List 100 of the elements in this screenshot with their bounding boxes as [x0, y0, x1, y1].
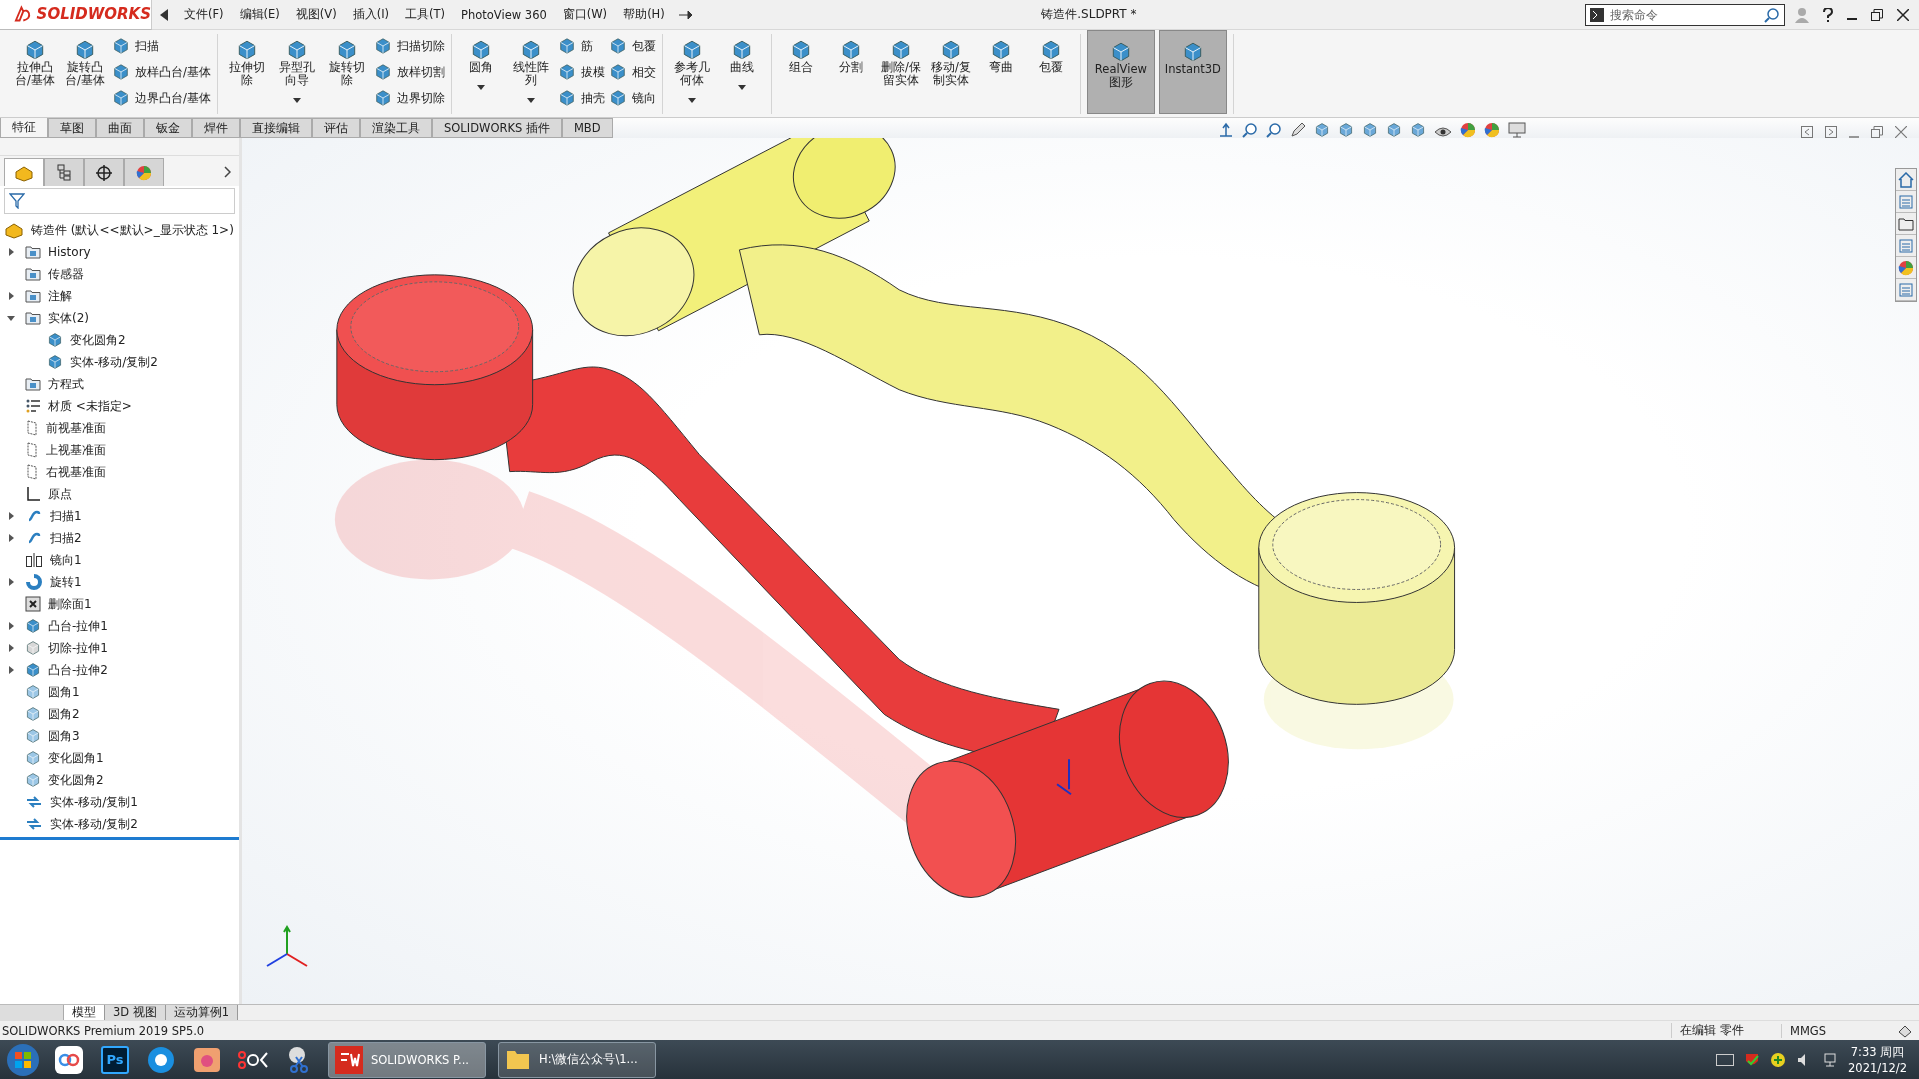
clock[interactable]: 7:33 周四 2021/12/2 [1848, 1043, 1907, 1076]
keyboard-icon[interactable] [1716, 1053, 1735, 1066]
ribbon-tab[interactable]: 钣金 [144, 118, 192, 138]
command-button[interactable]: 边界凸台/基体 [112, 88, 211, 108]
tree-item[interactable]: 切除-拉伸1 [0, 637, 239, 659]
units-selector[interactable]: MMGS [1781, 1023, 1891, 1038]
tree-item[interactable]: History [0, 241, 239, 263]
close-icon[interactable] [1897, 8, 1909, 21]
photo-editor-app-icon[interactable]: Ps [101, 1045, 129, 1074]
ribbon-tab[interactable]: 评估 [312, 118, 360, 138]
restore-icon[interactable] [1871, 8, 1883, 21]
view-tab[interactable]: 模型 [64, 1005, 105, 1020]
arrow-axis-icon[interactable] [1217, 122, 1234, 138]
menu-item[interactable]: PhotoView 360 [453, 7, 555, 22]
menu-item[interactable]: 文件(F) [176, 7, 232, 22]
command-button[interactable]: 移动/复制实体 [927, 34, 974, 114]
task-pane-tab[interactable] [1896, 169, 1916, 191]
tree-item[interactable]: 凸台-拉伸2 [0, 659, 239, 681]
command-button[interactable]: 分割 [827, 34, 874, 114]
ribbon-tab[interactable]: MBD [561, 118, 613, 138]
command-button[interactable]: 扫描切除 [373, 36, 445, 56]
ribbon-tab[interactable]: 直接编辑 [240, 118, 312, 138]
filter-field[interactable] [4, 188, 235, 214]
search-icon[interactable] [1764, 6, 1780, 23]
command-button[interactable]: 异型孔向导 [273, 34, 320, 114]
monitor-icon[interactable] [1507, 122, 1526, 138]
tree-item[interactable]: 镜向1 [0, 549, 239, 571]
expand-arrow-icon[interactable] [8, 512, 14, 520]
menu-item[interactable]: 工具(T) [397, 7, 454, 22]
command-button[interactable]: 拉伸切除 [223, 34, 270, 114]
panel-left-icon[interactable] [1801, 126, 1813, 138]
tree-item[interactable]: 实体(2) [0, 307, 239, 329]
panel-tab[interactable] [84, 158, 124, 186]
caret-icon[interactable] [687, 98, 696, 103]
panel-tab[interactable] [44, 158, 84, 186]
pin-icon[interactable] [678, 9, 693, 20]
command-button[interactable]: 弯曲 [977, 34, 1024, 114]
sphere-icon[interactable] [136, 164, 152, 181]
command-button[interactable]: RealView 图形 [1086, 30, 1155, 114]
expand-arrow-icon[interactable] [8, 666, 14, 674]
command-button[interactable]: 包覆 [1027, 34, 1074, 114]
start-button-icon[interactable] [6, 1042, 40, 1077]
expand-arrow-icon[interactable] [8, 578, 14, 586]
menu-item[interactable]: 编辑(E) [231, 7, 288, 22]
tree-item[interactable]: 方程式 [0, 373, 239, 395]
tree-item[interactable]: 圆角1 [0, 681, 239, 703]
command-button[interactable]: 线性阵列 [507, 34, 554, 114]
tree-item[interactable]: 圆角3 [0, 725, 239, 747]
tree-item[interactable]: 凸台-拉伸1 [0, 615, 239, 637]
command-button[interactable]: 放样切割 [373, 62, 445, 82]
command-button[interactable]: 镜向 [608, 88, 656, 108]
sphere-icon[interactable] [1483, 122, 1500, 138]
recorder-app-icon[interactable] [237, 1049, 269, 1070]
view-tab[interactable]: 3D 视图 [105, 1005, 166, 1020]
command-button[interactable]: 扫描 [112, 36, 211, 56]
search-input[interactable]: 搜索命令 [1608, 6, 1760, 23]
tree-item[interactable]: 上视基准面 [0, 439, 239, 461]
command-button[interactable]: 旋转切除 [323, 34, 370, 114]
collapse-arrow-icon[interactable] [7, 315, 15, 321]
command-button[interactable]: 包覆 [608, 36, 656, 56]
taskbar-window[interactable]: H:\微信公众号\1... [498, 1041, 656, 1078]
expand-arrow-icon[interactable] [8, 622, 14, 630]
expand-arrow-icon[interactable] [8, 644, 14, 652]
tree-item[interactable]: 扫描1 [0, 505, 239, 527]
ribbon-tab[interactable]: 特征 [0, 118, 48, 138]
network-icon[interactable] [1822, 1051, 1839, 1068]
tree-item[interactable]: 旋转1 [0, 571, 239, 593]
command-button[interactable]: 旋转凸台/基体 [62, 34, 108, 114]
tree-item[interactable]: 注解 [0, 285, 239, 307]
filter-icon[interactable] [9, 193, 25, 209]
collapse-menu-icon[interactable] [160, 8, 168, 21]
tree-item[interactable]: 原点 [0, 483, 239, 505]
search-field[interactable]: 搜索命令 [1585, 3, 1785, 26]
ribbon-tab[interactable]: 渲染工具 [360, 118, 432, 138]
command-button[interactable]: 拉伸凸台/基体 [12, 34, 58, 114]
tree-item[interactable]: 实体-移动/复制1 [0, 791, 239, 813]
ribbon-tab[interactable]: 焊件 [192, 118, 240, 138]
rebuild-icon[interactable] [1897, 1023, 1913, 1038]
command-button[interactable]: 放样凸台/基体 [112, 62, 211, 82]
eye-icon[interactable] [1433, 126, 1452, 138]
expand-arrow-icon[interactable] [8, 248, 14, 256]
caret-icon[interactable] [476, 85, 485, 90]
tree-item[interactable]: 圆角2 [0, 703, 239, 725]
menu-item[interactable]: 窗口(W) [554, 7, 616, 22]
tree-item[interactable]: 传感器 [0, 263, 239, 285]
command-button[interactable]: 删除/保留实体 [877, 34, 924, 114]
command-button[interactable]: 边界切除 [373, 88, 445, 108]
zoom-icon[interactable] [1241, 122, 1258, 138]
command-button[interactable]: 拔模 [557, 62, 605, 82]
tree-item[interactable]: 变化圆角2 [0, 769, 239, 791]
tree-item[interactable]: 实体-移动/复制2 [0, 813, 239, 835]
sphere-icon[interactable] [1459, 122, 1476, 138]
caret-icon[interactable] [292, 98, 301, 103]
tree-item[interactable]: 变化圆角1 [0, 747, 239, 769]
taskbar-window[interactable]: SOLIDWORKS P... [328, 1041, 486, 1078]
tree-item[interactable]: 前视基准面 [0, 417, 239, 439]
command-button[interactable]: 相交 [608, 62, 656, 82]
tree-item[interactable]: 铸造件 (默认<<默认>_显示状态 1>) [0, 219, 239, 241]
command-button[interactable]: 参考几何体 [668, 34, 715, 114]
command-button[interactable]: 圆角 [457, 34, 504, 114]
